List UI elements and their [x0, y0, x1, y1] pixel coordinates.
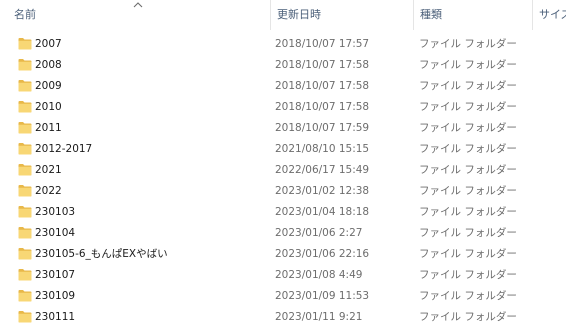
column-header-date-label: 更新日時	[277, 8, 321, 21]
modified-date: 2018/10/07 17:57	[275, 38, 370, 50]
folder-icon	[18, 143, 32, 155]
list-item[interactable]: 2010 2018/10/07 17:58 ファイル フォルダー	[0, 97, 566, 118]
list-item[interactable]: 2022 2023/01/02 12:38 ファイル フォルダー	[0, 181, 566, 202]
folder-icon	[18, 185, 32, 197]
modified-date: 2023/01/02 12:38	[275, 185, 370, 197]
file-type: ファイル フォルダー	[419, 38, 517, 50]
modified-date: 2018/10/07 17:58	[275, 80, 370, 92]
column-header-bar: 名前 更新日時 種類 サイズ	[0, 0, 566, 30]
file-name: 2021	[35, 164, 62, 176]
file-type: ファイル フォルダー	[419, 290, 517, 302]
file-type: ファイル フォルダー	[419, 59, 517, 71]
folder-icon	[18, 248, 32, 260]
file-name: 230103	[35, 206, 76, 218]
file-type: ファイル フォルダー	[419, 143, 517, 155]
list-item[interactable]: 230109 2023/01/09 11:53 ファイル フォルダー	[0, 286, 566, 307]
file-type: ファイル フォルダー	[419, 227, 517, 239]
file-name: 2011	[35, 122, 62, 134]
file-type: ファイル フォルダー	[419, 206, 517, 218]
modified-date: 2018/10/07 17:58	[275, 101, 370, 113]
file-name: 230111	[35, 311, 76, 323]
column-header-type-label: 種類	[420, 8, 442, 21]
folder-icon	[18, 164, 32, 176]
column-header-size-label: サイズ	[539, 8, 566, 21]
file-name: 230109	[35, 290, 76, 302]
list-item[interactable]: 2012-2017 2021/08/10 15:15 ファイル フォルダー	[0, 139, 566, 160]
modified-date: 2023/01/11 9:21	[275, 311, 363, 323]
list-item[interactable]: 2008 2018/10/07 17:58 ファイル フォルダー	[0, 55, 566, 76]
list-item[interactable]: 230111 2023/01/11 9:21 ファイル フォルダー	[0, 307, 566, 325]
file-name: 230107	[35, 269, 76, 281]
modified-date: 2023/01/04 18:18	[275, 206, 370, 218]
folder-icon	[18, 206, 32, 218]
modified-date: 2023/01/09 11:53	[275, 290, 370, 302]
list-item[interactable]: 2011 2018/10/07 17:59 ファイル フォルダー	[0, 118, 566, 139]
file-name: 2012-2017	[35, 143, 93, 155]
column-header-size[interactable]: サイズ	[533, 0, 566, 30]
modified-date: 2018/10/07 17:58	[275, 59, 370, 71]
folder-icon	[18, 101, 32, 113]
file-type: ファイル フォルダー	[419, 164, 517, 176]
column-header-date[interactable]: 更新日時	[271, 0, 413, 30]
folder-icon	[18, 122, 32, 134]
chevron-up-icon	[133, 2, 143, 8]
list-item[interactable]: 2009 2018/10/07 17:58 ファイル フォルダー	[0, 76, 566, 97]
file-name: 230104	[35, 227, 76, 239]
file-name: 2007	[35, 38, 62, 50]
file-type: ファイル フォルダー	[419, 311, 517, 323]
folder-icon	[18, 59, 32, 71]
list-item[interactable]: 230105-6_もんぱEXやばい 2023/01/06 22:16 ファイル フォ…	[0, 244, 566, 265]
file-type: ファイル フォルダー	[419, 248, 517, 260]
list-item[interactable]: 230107 2023/01/08 4:49 ファイル フォルダー	[0, 265, 566, 286]
column-header-name-label: 名前	[14, 8, 36, 21]
list-item[interactable]: 230104 2023/01/06 2:27 ファイル フォルダー	[0, 223, 566, 244]
list-item[interactable]: 2007 2018/10/07 17:57 ファイル フォルダー	[0, 34, 566, 55]
folder-icon	[18, 227, 32, 239]
file-type: ファイル フォルダー	[419, 269, 517, 281]
list-item[interactable]: 2021 2022/06/17 15:49 ファイル フォルダー	[0, 160, 566, 181]
modified-date: 2018/10/07 17:59	[275, 122, 370, 134]
file-type: ファイル フォルダー	[419, 122, 517, 134]
folder-icon	[18, 269, 32, 281]
file-name: 2009	[35, 80, 62, 92]
file-type: ファイル フォルダー	[419, 101, 517, 113]
list-item[interactable]: 230103 2023/01/04 18:18 ファイル フォルダー	[0, 202, 566, 223]
file-name: 230105-6_もんぱEXやばい	[35, 248, 168, 260]
folder-icon	[18, 311, 32, 323]
modified-date: 2022/06/17 15:49	[275, 164, 370, 176]
file-name: 2010	[35, 101, 62, 113]
folder-icon	[18, 290, 32, 302]
modified-date: 2023/01/08 4:49	[275, 269, 363, 281]
modified-date: 2023/01/06 22:16	[275, 248, 370, 260]
column-header-type[interactable]: 種類	[414, 0, 532, 30]
file-name: 2008	[35, 59, 62, 71]
file-type: ファイル フォルダー	[419, 185, 517, 197]
folder-icon	[18, 80, 32, 92]
folder-icon	[18, 38, 32, 50]
file-type: ファイル フォルダー	[419, 80, 517, 92]
file-name: 2022	[35, 185, 62, 197]
modified-date: 2023/01/06 2:27	[275, 227, 363, 239]
modified-date: 2021/08/10 15:15	[275, 143, 370, 155]
